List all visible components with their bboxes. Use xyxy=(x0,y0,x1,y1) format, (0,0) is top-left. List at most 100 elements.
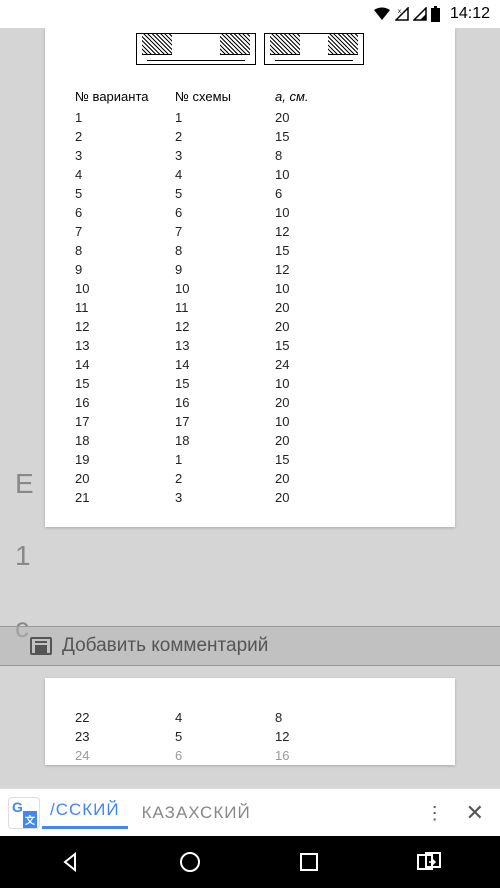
table-row: 111120 xyxy=(75,298,425,317)
table-row: 1120 xyxy=(75,108,425,127)
cell-a: 6 xyxy=(275,186,425,201)
cell-a: 20 xyxy=(275,490,425,505)
cell-scheme: 6 xyxy=(175,748,275,763)
cell-variant: 18 xyxy=(75,433,175,448)
comment-icon xyxy=(30,637,52,655)
cell-scheme: 10 xyxy=(175,281,275,296)
cell-variant: 11 xyxy=(75,300,175,315)
status-time: 14:12 xyxy=(450,5,490,23)
android-status-bar: x 14:12 xyxy=(0,0,500,28)
svg-text:x: x xyxy=(398,9,401,15)
cell-variant: 3 xyxy=(75,148,175,163)
cell-variant: 12 xyxy=(75,319,175,334)
table-row: 338 xyxy=(75,146,425,165)
table-row: 556 xyxy=(75,184,425,203)
battery-icon xyxy=(431,6,440,22)
document-page-1: № варианта № схемы a, см. 11202215338441… xyxy=(45,28,455,527)
table-header-row: № варианта № схемы a, см. xyxy=(75,85,425,108)
cell-scheme: 6 xyxy=(175,205,275,220)
language-russian[interactable]: /ССКИЙ xyxy=(42,796,128,829)
table-row: 21320 xyxy=(75,488,425,507)
language-kazakh[interactable]: КАЗАХСКИЙ xyxy=(134,799,259,827)
cell-scheme: 14 xyxy=(175,357,275,372)
variants-table: № варианта № схемы a, см. 11202215338441… xyxy=(45,75,455,507)
cell-scheme: 2 xyxy=(175,129,275,144)
home-button[interactable] xyxy=(179,851,201,873)
cell-variant: 22 xyxy=(75,710,175,725)
cell-a: 20 xyxy=(275,319,425,334)
table-row: 19115 xyxy=(75,450,425,469)
cell-scheme: 15 xyxy=(175,376,275,391)
cell-scheme: 9 xyxy=(175,262,275,277)
cell-a: 15 xyxy=(275,129,425,144)
cell-a: 20 xyxy=(275,110,425,125)
table-row: 151510 xyxy=(75,374,425,393)
cell-variant: 9 xyxy=(75,262,175,277)
android-nav-bar xyxy=(0,836,500,888)
cell-variant: 6 xyxy=(75,205,175,220)
add-comment-bar[interactable]: Добавить комментарий xyxy=(0,626,500,666)
table-row: 161620 xyxy=(75,393,425,412)
cell-variant: 17 xyxy=(75,414,175,429)
google-translate-logo-icon[interactable] xyxy=(8,797,40,829)
cell-scheme: 18 xyxy=(175,433,275,448)
cell-scheme: 17 xyxy=(175,414,275,429)
cell-a: 12 xyxy=(275,729,425,744)
table-row: 141424 xyxy=(75,355,425,374)
cell-variant: 23 xyxy=(75,729,175,744)
signal-icon-1: x xyxy=(395,7,409,21)
cell-scheme: 7 xyxy=(175,224,275,239)
close-icon[interactable]: ✕ xyxy=(458,802,492,824)
cell-scheme: 11 xyxy=(175,300,275,315)
cell-variant: 19 xyxy=(75,452,175,467)
table-row: 2215 xyxy=(75,127,425,146)
cell-variant: 5 xyxy=(75,186,175,201)
table-row: 4410 xyxy=(75,165,425,184)
table-row: 101010 xyxy=(75,279,425,298)
cell-a: 16 xyxy=(275,748,425,763)
cell-scheme: 3 xyxy=(175,490,275,505)
table-row: 2248 xyxy=(75,708,425,727)
cell-variant: 4 xyxy=(75,167,175,182)
more-options-icon[interactable]: ⋮ xyxy=(418,804,452,822)
cell-a: 12 xyxy=(275,262,425,277)
recent-apps-button[interactable] xyxy=(299,852,319,872)
cell-scheme: 13 xyxy=(175,338,275,353)
document-viewer[interactable]: Е 1 с № варианта № схемы a, см. 11202215… xyxy=(0,28,500,788)
cell-scheme: 4 xyxy=(175,167,275,182)
back-button[interactable] xyxy=(59,851,81,873)
table-row: 8815 xyxy=(75,241,425,260)
cell-scheme: 3 xyxy=(175,148,275,163)
technical-diagrams xyxy=(45,28,455,75)
cell-variant: 21 xyxy=(75,490,175,505)
signal-icon-2 xyxy=(413,7,427,21)
cell-scheme: 1 xyxy=(175,452,275,467)
cell-a: 20 xyxy=(275,471,425,486)
cell-a: 15 xyxy=(275,338,425,353)
cell-a: 24 xyxy=(275,357,425,372)
background-text-hints: Е 1 с xyxy=(15,468,34,644)
cell-a: 15 xyxy=(275,452,425,467)
cell-variant: 13 xyxy=(75,338,175,353)
cell-variant: 2 xyxy=(75,129,175,144)
cell-scheme: 5 xyxy=(175,186,275,201)
cell-variant: 15 xyxy=(75,376,175,391)
cell-a: 10 xyxy=(275,376,425,391)
cell-a: 10 xyxy=(275,281,425,296)
cell-a: 8 xyxy=(275,710,425,725)
cell-a: 20 xyxy=(275,300,425,315)
cell-variant: 7 xyxy=(75,224,175,239)
cell-variant: 20 xyxy=(75,471,175,486)
cell-scheme: 5 xyxy=(175,729,275,744)
header-a-cm: a, см. xyxy=(275,89,425,104)
cell-a: 12 xyxy=(275,224,425,239)
dual-window-button[interactable] xyxy=(417,852,441,872)
add-comment-label: Добавить комментарий xyxy=(62,635,268,657)
wifi-icon xyxy=(373,7,391,21)
table-row: 7712 xyxy=(75,222,425,241)
table-row: 24616 xyxy=(75,746,425,765)
cell-variant: 24 xyxy=(75,748,175,763)
cell-a: 8 xyxy=(275,148,425,163)
google-translate-bar: /ССКИЙ КАЗАХСКИЙ ⋮ ✕ xyxy=(0,788,500,836)
cell-variant: 1 xyxy=(75,110,175,125)
